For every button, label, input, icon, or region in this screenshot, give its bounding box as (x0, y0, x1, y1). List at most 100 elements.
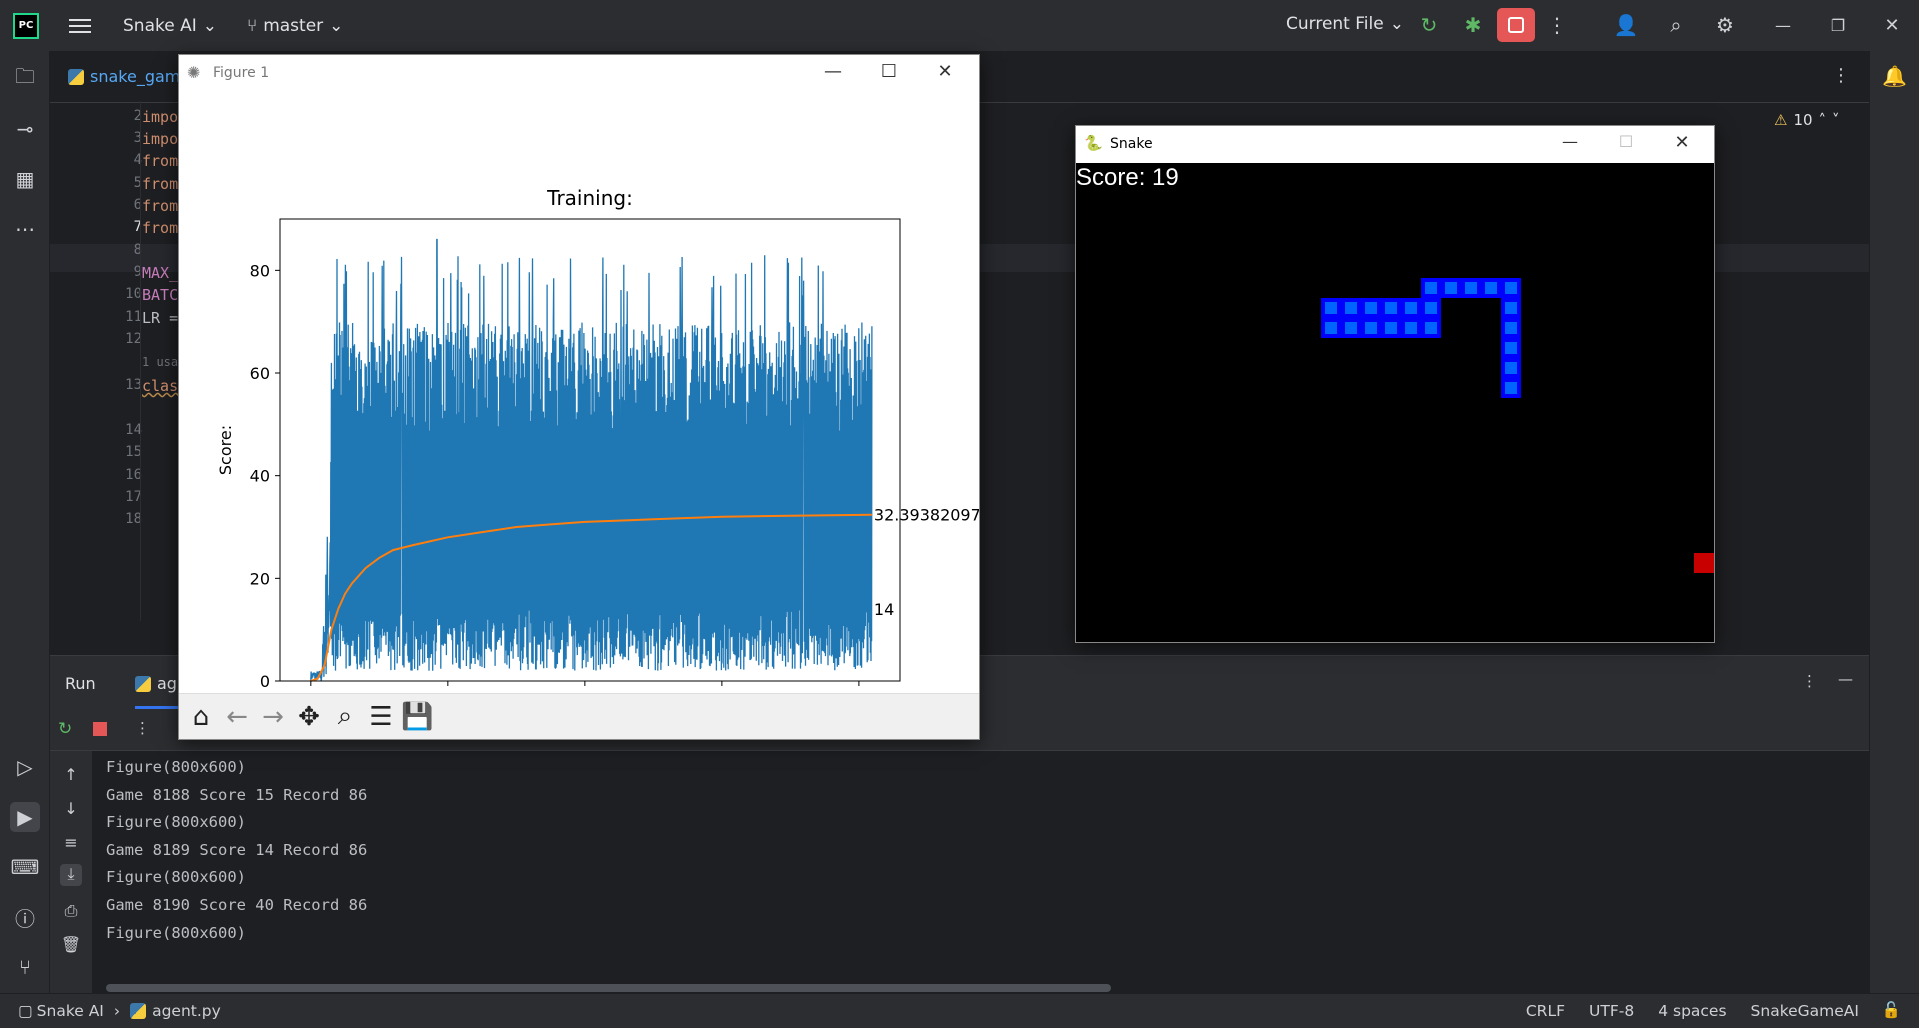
scroll-to-end-icon[interactable]: ⤓ (60, 864, 82, 886)
run-options-icon[interactable]: ⋮ (1802, 672, 1817, 690)
back-arrow-icon[interactable]: ← (221, 702, 253, 732)
hide-panel-icon[interactable]: — (1838, 670, 1853, 688)
status-project[interactable]: Snake AI (37, 1002, 104, 1020)
minimize-icon[interactable]: — (813, 61, 853, 82)
minimize-icon[interactable]: — (1766, 8, 1800, 42)
more-icon[interactable]: ⋮ (135, 719, 150, 737)
project-folder-icon[interactable]: 🗀 (10, 64, 40, 94)
console-line: Figure(800x600) (106, 813, 246, 832)
main-menu-icon[interactable] (69, 15, 91, 37)
line-number: 15 (125, 444, 142, 460)
snake-segment (1421, 298, 1441, 318)
settings-gear-icon[interactable]: ⚙ (1708, 8, 1742, 42)
horizontal-scrollbar[interactable] (106, 984, 1111, 992)
editor-more-icon[interactable]: ⋮ (1832, 65, 1850, 86)
minimize-icon[interactable]: — (1550, 132, 1590, 151)
snake-segment-inner (1445, 282, 1457, 294)
chevron-right-icon: › (113, 1002, 121, 1020)
snake-segment (1501, 278, 1521, 298)
close-icon[interactable]: ✕ (1662, 132, 1702, 153)
maximize-icon[interactable]: ☐ (869, 61, 909, 82)
snake-segment-inner (1505, 322, 1517, 334)
project-selector[interactable]: Snake AI ⌄ (123, 16, 217, 36)
warnings-count: 10 (1793, 111, 1813, 129)
save-figure-icon[interactable]: 💾 (401, 702, 433, 732)
status-file[interactable]: agent.py (152, 1002, 221, 1020)
figure-window[interactable]: ✺ Figure 1 — ☐ ✕ Training:02000400060008… (178, 54, 980, 740)
more-actions-icon[interactable]: ⋮ (1540, 8, 1574, 42)
run-config-selector[interactable]: Current File ⌄ (1286, 14, 1404, 34)
run-tool-icon[interactable]: ▶ (10, 802, 40, 832)
close-icon[interactable]: ✕ (1875, 8, 1909, 42)
structure-icon[interactable]: ▦ (10, 164, 40, 194)
git-icon[interactable]: ⑂ (10, 952, 40, 982)
terminal-icon[interactable]: ⌨ (10, 852, 40, 882)
warnings-indicator[interactable]: ⚠ 10 ˄ ˅ (1774, 111, 1840, 129)
notifications-bell-icon[interactable]: 🔔 (1882, 64, 1907, 88)
configure-subplots-icon[interactable]: ☰ (365, 702, 397, 732)
close-icon[interactable]: ✕ (925, 61, 965, 82)
commit-icon[interactable]: ⊸ (10, 114, 40, 144)
git-branch-icon: ⑂ (246, 15, 258, 36)
stop-button[interactable] (1497, 8, 1535, 42)
editor-tab[interactable]: snake_gam (68, 67, 180, 86)
forward-arrow-icon[interactable]: → (257, 702, 289, 732)
line-number: 9 (133, 264, 142, 280)
debug-icon[interactable]: ✱ (1456, 8, 1490, 42)
maximize-icon[interactable]: ☐ (1606, 132, 1646, 151)
services-icon[interactable]: ▷ (10, 752, 40, 782)
python-interpreter[interactable]: SnakeGameAI (1751, 1002, 1859, 1020)
rerun-icon[interactable]: ↻ (58, 719, 72, 739)
line-separator[interactable]: CRLF (1526, 1002, 1565, 1020)
chevron-down-icon: ⌄ (329, 15, 344, 36)
console-line: Game 8189 Score 14 Record 86 (106, 840, 368, 859)
y-tick-label: 80 (250, 261, 270, 280)
problems-icon[interactable]: ⓘ (10, 902, 40, 932)
file-encoding[interactable]: UTF-8 (1589, 1002, 1634, 1020)
chevron-down-icon: ⌄ (202, 15, 217, 36)
snake-window-titlebar[interactable]: 🐍 Snake — ☐ ✕ (1076, 126, 1714, 163)
line-number: 4 (133, 152, 142, 168)
pycharm-logo-icon[interactable]: PC (13, 12, 39, 39)
line-number: 18 (125, 511, 142, 527)
console-line: Game 8188 Score 15 Record 86 (106, 785, 368, 804)
home-icon[interactable]: ⌂ (185, 702, 217, 732)
snake-segment (1341, 318, 1361, 338)
figure-window-titlebar[interactable]: ✺ Figure 1 — ☐ ✕ (179, 55, 979, 93)
run-tab[interactable]: ag (135, 674, 177, 693)
warning-icon: ⚠ (1774, 111, 1788, 129)
print-icon[interactable]: ⎙ (60, 901, 82, 923)
add-user-icon[interactable]: 👤 (1609, 8, 1643, 42)
snake-window-title: Snake (1110, 136, 1153, 152)
arrow-up-icon[interactable]: ↑ (60, 765, 82, 787)
more-tools-icon[interactable]: ⋯ (10, 214, 40, 244)
trash-icon[interactable]: 🗑 (60, 935, 82, 957)
indent-setting[interactable]: 4 spaces (1658, 1002, 1726, 1020)
snake-window[interactable]: 🐍 Snake — ☐ ✕ Score: 19 (1075, 125, 1715, 643)
code-line: clas (142, 377, 179, 395)
restore-icon[interactable]: ❐ (1821, 8, 1855, 42)
snake-segment-inner (1465, 282, 1477, 294)
snake-segment (1501, 318, 1521, 338)
stop-icon[interactable] (93, 722, 107, 736)
branch-selector[interactable]: ⑂ master ⌄ (247, 16, 343, 36)
snake-segment-inner (1365, 322, 1377, 334)
left-tool-stripe: 🗀 ⊸ ▦ ⋯ ▷ ▶ ⌨ ⓘ ⑂ (0, 51, 50, 993)
snake-segment (1501, 378, 1521, 398)
snake-segment-inner (1405, 302, 1417, 314)
zoom-icon[interactable]: ⌕ (329, 701, 361, 732)
code-line: impo (142, 108, 179, 126)
lock-icon[interactable]: 🔓 (1882, 1001, 1901, 1019)
console-line: Figure(800x600) (106, 868, 246, 887)
arrow-down-icon[interactable]: ↓ (60, 799, 82, 821)
line-number: 16 (125, 467, 142, 483)
console-output[interactable]: Figure(800x600) Game 8188 Score 15 Record… (106, 754, 367, 947)
snake-segment (1501, 298, 1521, 318)
snake-segment (1361, 298, 1381, 318)
chevron-down-icon: ⌄ (1389, 14, 1404, 34)
soft-wrap-icon[interactable]: ≡ (60, 833, 82, 855)
rerun-icon[interactable]: ↻ (1412, 8, 1446, 42)
search-icon[interactable]: ⌕ (1659, 8, 1693, 42)
pan-icon[interactable]: ✥ (293, 702, 325, 732)
snake-segment (1401, 318, 1421, 338)
